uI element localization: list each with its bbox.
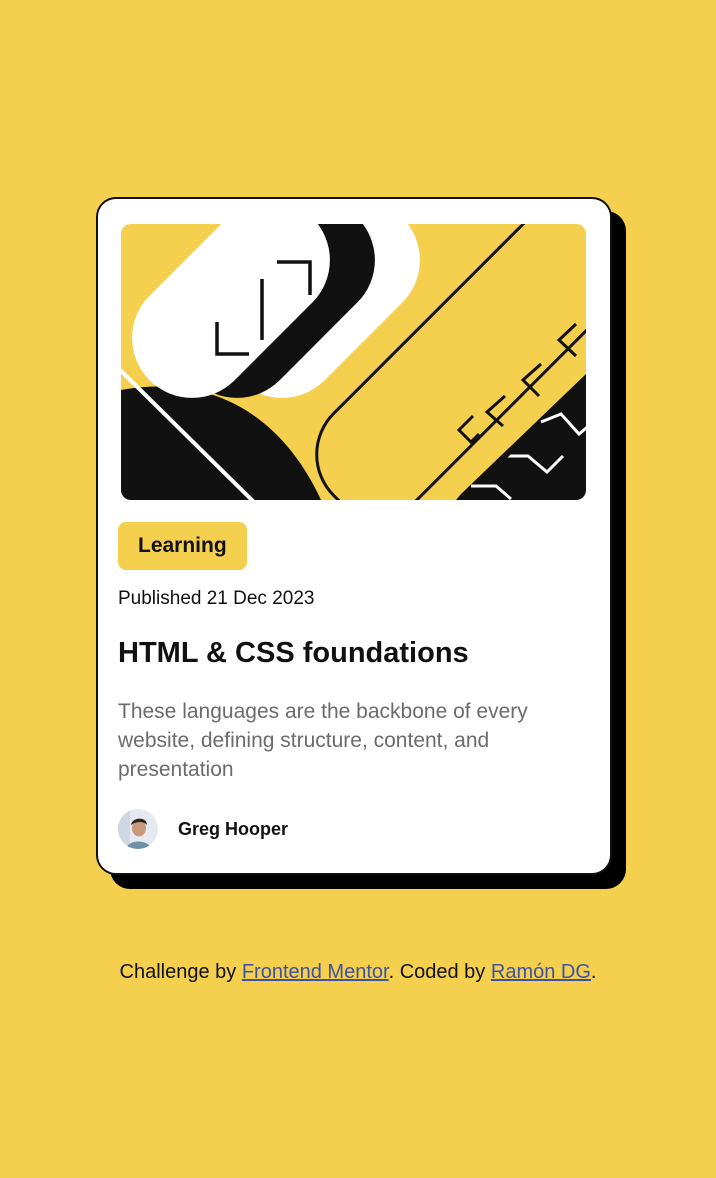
card-title[interactable]: HTML & CSS foundations bbox=[118, 634, 469, 672]
published-date: Published 21 Dec 2023 bbox=[118, 588, 315, 609]
author-link[interactable]: Ramón DG bbox=[491, 961, 591, 983]
author: Greg Hooper bbox=[118, 808, 288, 850]
blog-preview-card: Learning Published 21 Dec 2023 HTML & CS… bbox=[96, 197, 612, 875]
avatar bbox=[118, 809, 158, 849]
card-description: These languages are the backbone of ever… bbox=[118, 700, 528, 781]
author-name: Greg Hooper bbox=[178, 818, 289, 839]
attribution-prefix: Challenge by bbox=[119, 961, 242, 983]
attribution-middle: . Coded by bbox=[388, 961, 491, 983]
hero-illustration bbox=[121, 224, 586, 500]
category-badge: Learning bbox=[118, 522, 247, 570]
attribution-suffix: . bbox=[590, 961, 597, 983]
attribution: Challenge by Frontend Mentor. Coded by R… bbox=[0, 958, 716, 986]
frontend-mentor-link[interactable]: Frontend Mentor bbox=[242, 961, 389, 983]
